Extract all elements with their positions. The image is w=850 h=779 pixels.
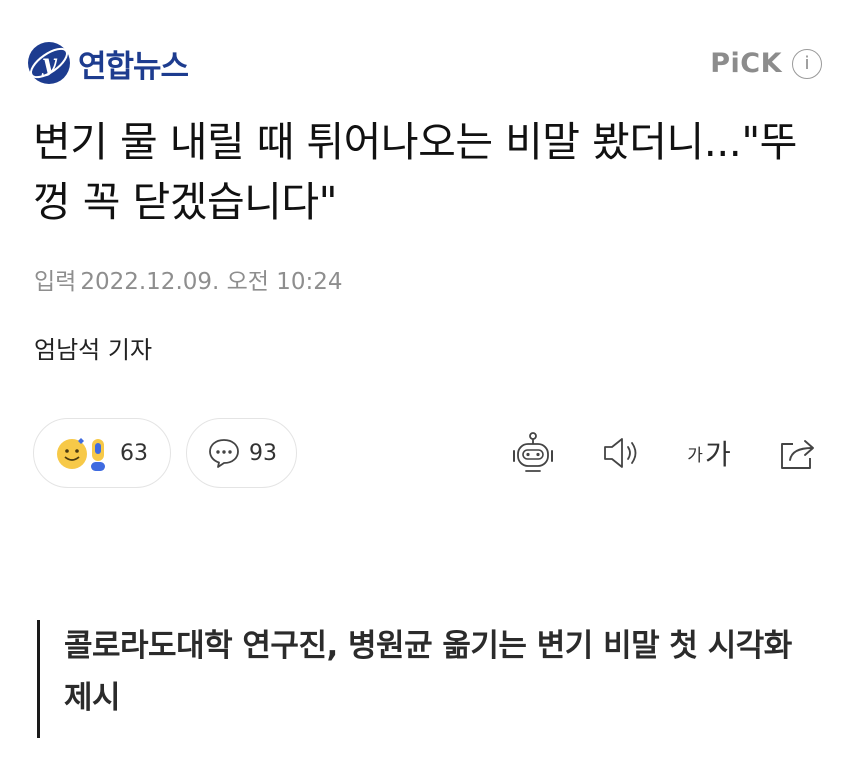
reaction-count: 63 bbox=[120, 440, 148, 466]
yonhap-logo-icon: y bbox=[28, 42, 70, 84]
font-size-large-glyph: 가 bbox=[704, 438, 731, 471]
comment-button[interactable]: 93 bbox=[186, 418, 297, 488]
font-size-small-glyph: 가 bbox=[687, 445, 703, 466]
comment-count: 93 bbox=[249, 440, 277, 466]
share-icon bbox=[781, 440, 814, 469]
article-header: y 연합뉴스 PiCK i bbox=[26, 38, 822, 94]
article-toolbar: 가가 bbox=[508, 428, 822, 478]
share-button[interactable] bbox=[772, 428, 822, 478]
pick-label: PiCK bbox=[710, 48, 782, 79]
article-title: 변기 물 내릴 때 튀어나오는 비말 봤더니..."뚜껑 꼭 닫겠습니다" bbox=[33, 118, 797, 226]
date-label: 입력 bbox=[34, 269, 77, 295]
emoji-reaction-icon bbox=[57, 438, 105, 471]
article-subheading: 콜로라도대학 연구진, 병원균 옮기는 변기 비말 첫 시각화 제시 bbox=[37, 620, 817, 738]
comment-bubble-icon bbox=[209, 439, 239, 468]
robot-summary-icon bbox=[513, 432, 553, 472]
listen-button[interactable] bbox=[596, 428, 646, 478]
svg-text:y: y bbox=[41, 48, 58, 77]
press-name: 연합뉴스 bbox=[78, 48, 189, 85]
pick-badge[interactable]: PiCK i bbox=[710, 48, 822, 79]
article-dateline: 입력 2022.12.09. 오전 10:24 bbox=[34, 262, 343, 296]
reaction-button[interactable]: 63 bbox=[33, 418, 171, 488]
press-logo[interactable]: y 연합뉴스 bbox=[26, 40, 189, 86]
reporter-name[interactable]: 엄남석 기자 bbox=[34, 330, 152, 365]
speaker-icon bbox=[604, 438, 637, 468]
info-icon[interactable]: i bbox=[792, 48, 822, 79]
font-size-button[interactable]: 가가 bbox=[684, 428, 734, 478]
summary-button[interactable] bbox=[508, 428, 558, 478]
date-value: 2022.12.09. 오전 10:24 bbox=[80, 269, 343, 295]
